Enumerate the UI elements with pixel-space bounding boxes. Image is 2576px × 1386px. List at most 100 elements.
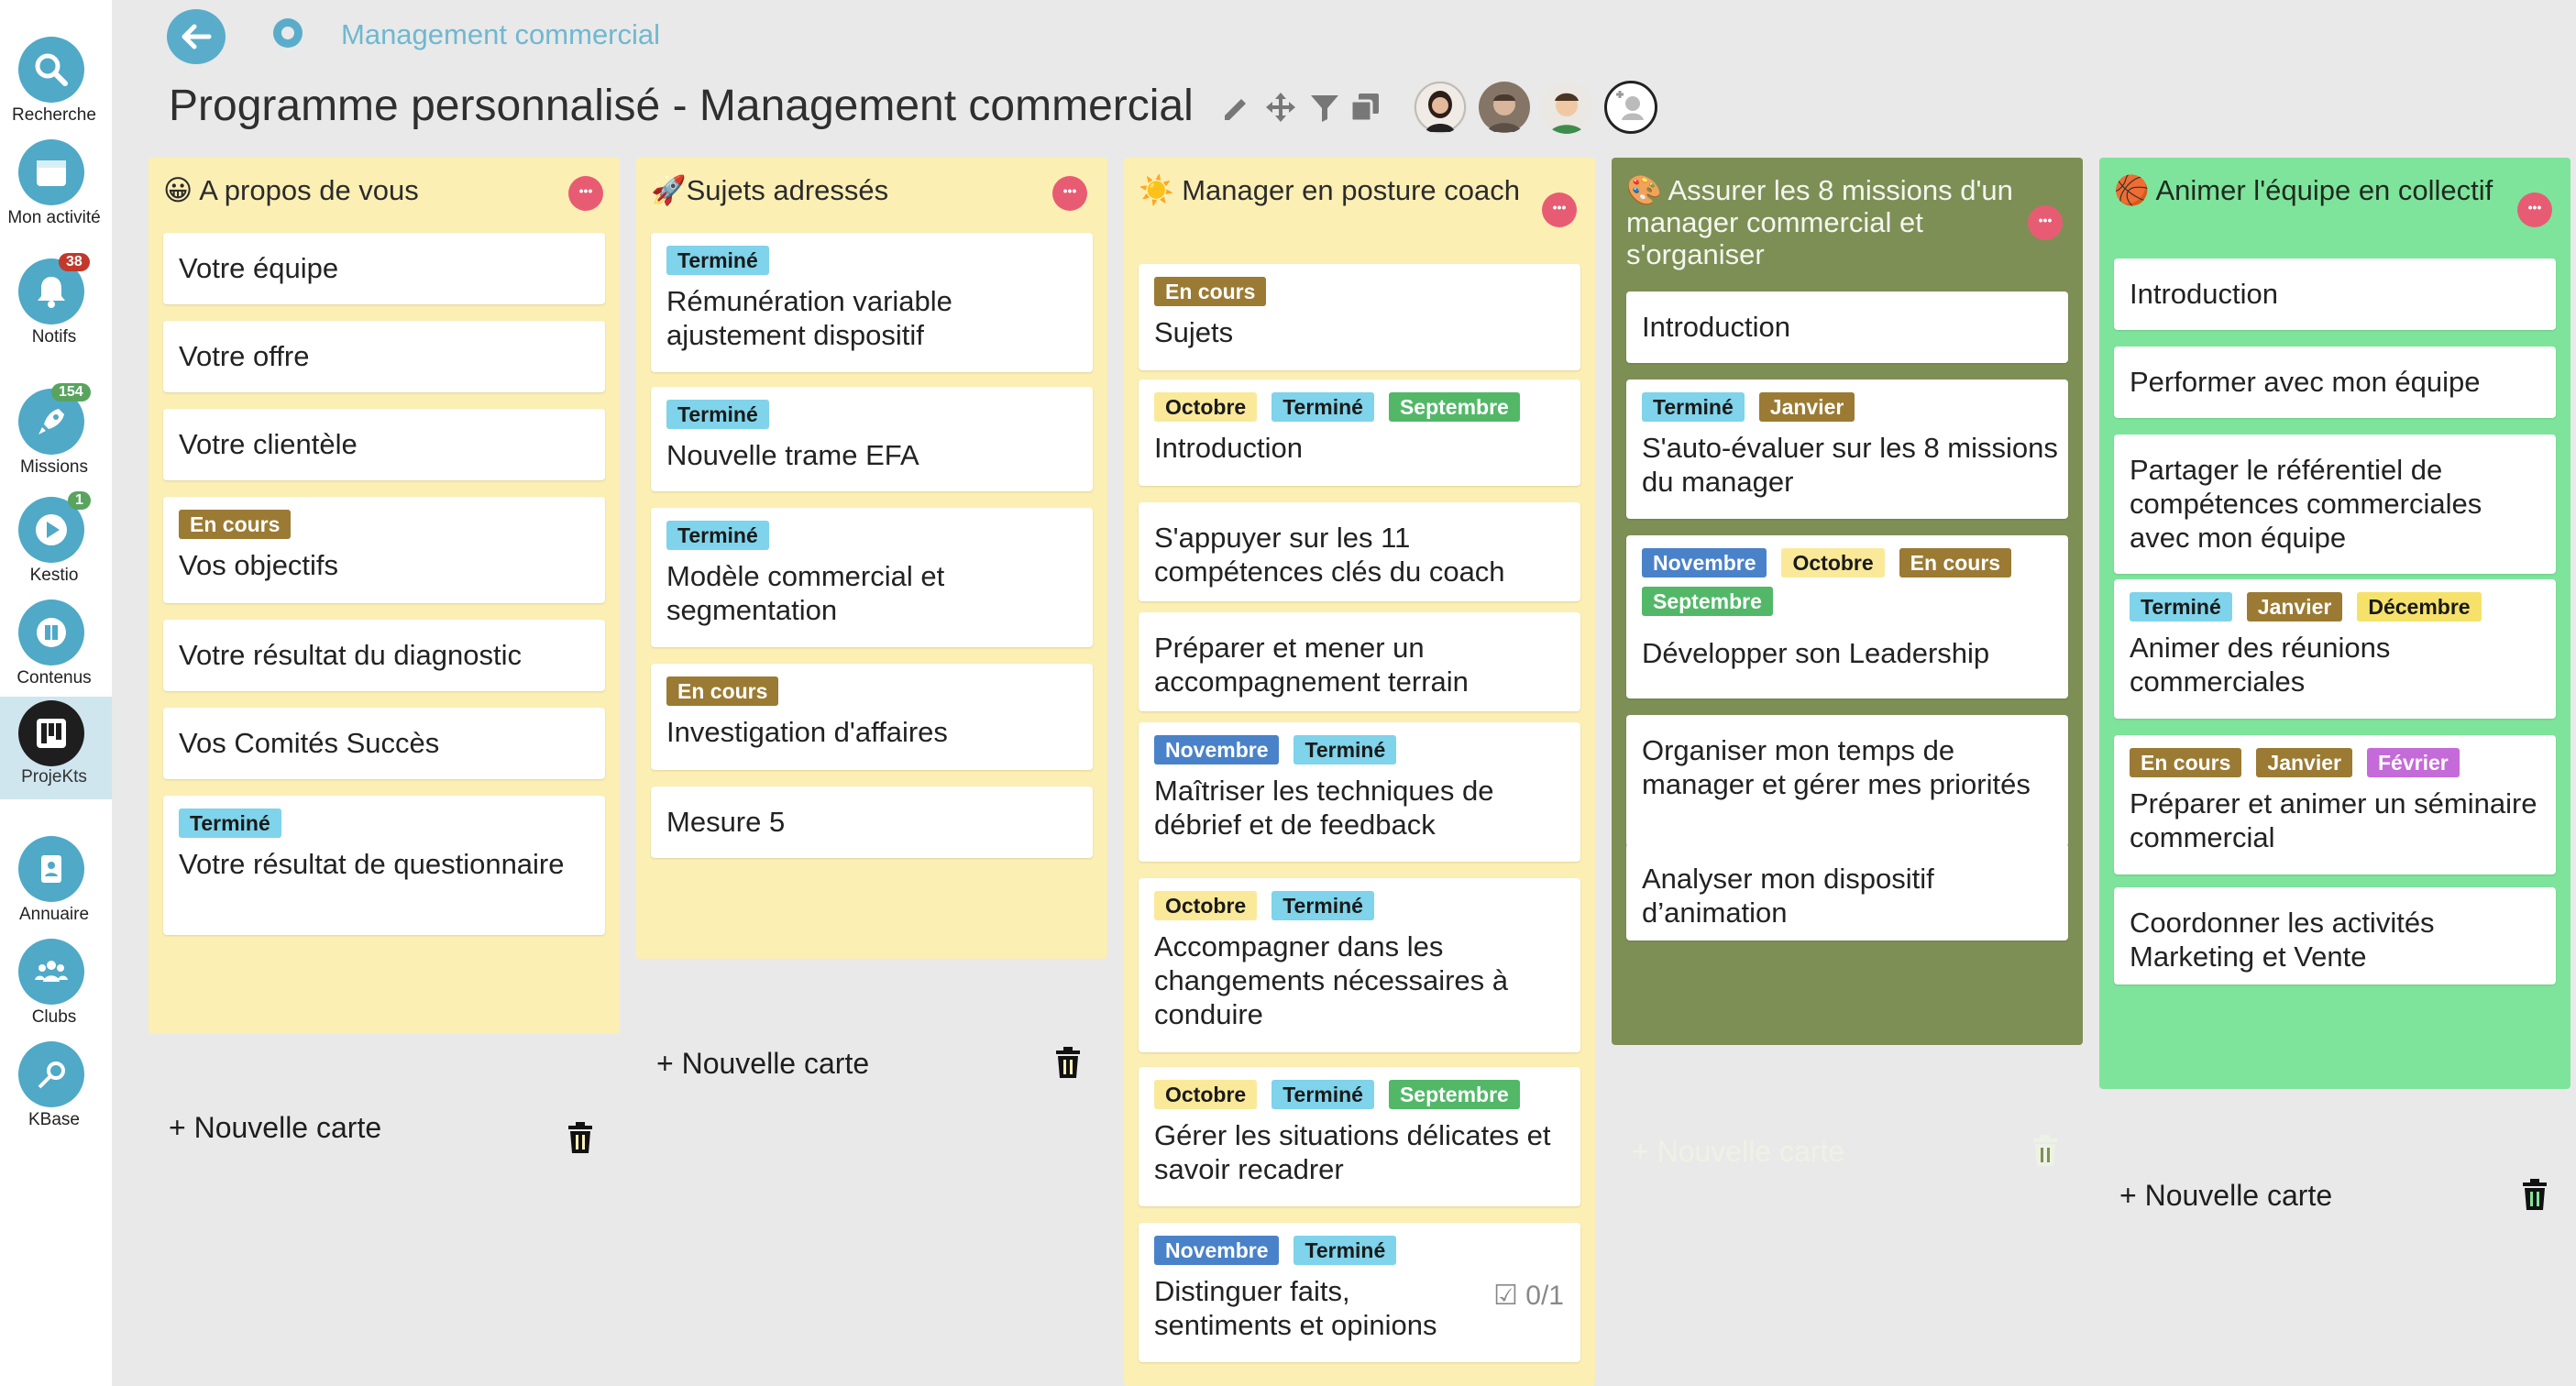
- column-title[interactable]: ☀️ Manager en posture coach: [1139, 174, 1527, 206]
- new-card-button[interactable]: + Nouvelle carte: [1632, 1135, 1844, 1169]
- column-title[interactable]: 😀 A propos de vous: [163, 174, 552, 206]
- breadcrumb[interactable]: Management commercial: [341, 18, 660, 51]
- more-options-icon[interactable]: •••: [1542, 192, 1577, 227]
- avatar[interactable]: [1414, 81, 1467, 134]
- nav-label: Mon activité: [7, 208, 101, 227]
- checklist-count: ☑ 0/1: [1493, 1280, 1564, 1312]
- column-title[interactable]: 🚀Sujets adressés: [651, 174, 1040, 206]
- new-card-button[interactable]: + Nouvelle carte: [169, 1111, 381, 1145]
- nav-label: Kestio: [29, 566, 79, 585]
- card-title: Votre résultat du diagnostic: [179, 639, 522, 671]
- card[interactable]: Vos Comités Succès: [163, 708, 605, 779]
- trash-icon[interactable]: [2031, 1135, 2059, 1166]
- card[interactable]: Terminé Janvier S'auto-évaluer sur les 8 m…: [1626, 380, 2068, 519]
- card-tags: Octobre Terminé Septembre: [1154, 392, 1594, 422]
- card[interactable]: Terminé Modèle commercial et segmentation: [651, 508, 1093, 647]
- card[interactable]: Terminé Rémunération variable ajustement …: [651, 233, 1093, 372]
- trash-icon[interactable]: [567, 1122, 594, 1153]
- nav-annuaire[interactable]: Annuaire: [0, 832, 112, 935]
- card[interactable]: Novembre Terminé Maîtriser les techniques …: [1139, 722, 1580, 862]
- nav-recherche[interactable]: Recherche: [0, 33, 112, 136]
- card-title: Investigation d'affaires: [666, 716, 948, 748]
- tag-badge: Octobre: [1154, 1080, 1258, 1109]
- more-options-icon[interactable]: •••: [2028, 205, 2063, 240]
- nav-label: Annuaire: [18, 905, 90, 924]
- card[interactable]: Mesure 5: [651, 786, 1093, 858]
- nav-clubs[interactable]: Clubs: [0, 935, 112, 1038]
- kestio-badge: 1: [68, 491, 91, 510]
- column-title[interactable]: 🎨 Assurer les 8 missions d'un manager co…: [1626, 174, 2015, 270]
- card[interactable]: Organiser mon temps de manager et gérer …: [1626, 715, 2068, 847]
- card[interactable]: Coordonner les activités Marketing et Ve…: [2114, 887, 2556, 984]
- card[interactable]: Analyser mon dispositif d’animation: [1626, 843, 2068, 940]
- card[interactable]: Introduction: [2114, 258, 2556, 330]
- more-options-icon[interactable]: •••: [1052, 176, 1087, 211]
- card-title: Introduction: [2130, 278, 2278, 310]
- card[interactable]: En cours Investigation d'affaires: [651, 664, 1093, 770]
- trash-icon[interactable]: [1054, 1047, 1082, 1078]
- nav-notifs[interactable]: 38 Notifs: [0, 253, 112, 358]
- card[interactable]: Terminé Janvier Décembre Animer des réunion…: [2114, 579, 2556, 719]
- card[interactable]: Partager le référentiel de compétences c…: [2114, 434, 2556, 574]
- nav-kbase[interactable]: KBase: [0, 1038, 112, 1140]
- tag-badge: Janvier: [2256, 748, 2352, 777]
- copy-icon[interactable]: [1348, 90, 1382, 125]
- new-card-button[interactable]: + Nouvelle carte: [2119, 1179, 2332, 1213]
- card[interactable]: S'appuyer sur les 11 compétences clés du…: [1139, 502, 1580, 601]
- card[interactable]: Votre équipe: [163, 233, 605, 304]
- board-column: ☀️ Manager en posture coach ••• En cours Su…: [1124, 158, 1595, 1386]
- card[interactable]: Performer avec mon équipe: [2114, 346, 2556, 418]
- new-card-button[interactable]: + Nouvelle carte: [656, 1047, 869, 1081]
- more-options-icon[interactable]: •••: [568, 176, 603, 211]
- board-column: 🚀Sujets adressés ••• Terminé Rémunération v…: [636, 158, 1107, 1080]
- card[interactable]: Votre résultat du diagnostic: [163, 620, 605, 691]
- back-button[interactable]: [167, 9, 226, 64]
- nav-label: Notifs: [31, 327, 77, 346]
- avatar[interactable]: [1540, 81, 1593, 134]
- card[interactable]: Terminé Nouvelle trame EFA: [651, 387, 1093, 491]
- nav-label: Missions: [20, 457, 88, 477]
- card[interactable]: Octobre Terminé Septembre Gérer les situati…: [1139, 1067, 1580, 1206]
- group-icon: [18, 939, 84, 1005]
- avatar[interactable]: [1478, 81, 1531, 134]
- card-title: Distinguer faits, sentiments et opinions: [1154, 1275, 1437, 1341]
- card[interactable]: Votre clientèle: [163, 409, 605, 480]
- card-title: Votre équipe: [179, 252, 339, 284]
- card[interactable]: Préparer et mener un accompagnement terr…: [1139, 612, 1580, 711]
- card[interactable]: Novembre Octobre En cours Septembre Développ…: [1626, 535, 2068, 698]
- trash-icon[interactable]: [2521, 1179, 2548, 1210]
- card-tags: Terminé Janvier: [1642, 392, 2082, 422]
- nav-missions[interactable]: 154 Missions: [0, 383, 112, 488]
- filter-icon[interactable]: [1307, 90, 1342, 125]
- nav-mon-activite[interactable]: Mon activité: [0, 136, 112, 238]
- card[interactable]: Votre offre: [163, 321, 605, 392]
- card[interactable]: En cours Sujets: [1139, 264, 1580, 370]
- move-icon[interactable]: [1263, 90, 1298, 125]
- pencil-icon[interactable]: [1219, 90, 1254, 125]
- key-icon: [18, 1041, 84, 1107]
- nav-kestio[interactable]: 1 Kestio: [0, 491, 112, 596]
- card[interactable]: Octobre Terminé Septembre Introduction: [1139, 380, 1580, 486]
- board-column: 😀 A propos de vous ••• Votre équipe Votre o…: [149, 158, 620, 1153]
- card-title: Développer son Leadership: [1642, 637, 1990, 669]
- card[interactable]: En cours Janvier Février Préparer et animer…: [2114, 735, 2556, 874]
- card[interactable]: Introduction: [1626, 292, 2068, 363]
- card-tags: En cours: [1154, 277, 1594, 306]
- book-icon: [18, 600, 84, 666]
- card-title: Vos objectifs: [179, 549, 339, 581]
- card-tags: En cours: [179, 510, 619, 539]
- card-tags: En cours: [666, 676, 1106, 706]
- add-member-icon[interactable]: [1604, 81, 1657, 134]
- board-icon: [18, 700, 84, 766]
- card[interactable]: En cours Vos objectifs: [163, 497, 605, 603]
- card-tags: Terminé: [179, 808, 619, 838]
- nav-contenus[interactable]: Contenus: [0, 596, 112, 698]
- more-options-icon[interactable]: •••: [2517, 192, 2552, 227]
- card[interactable]: Octobre Terminé Accompagner dans les chang…: [1139, 878, 1580, 1052]
- tag-badge: Novembre: [1154, 1236, 1280, 1265]
- card[interactable]: Terminé Votre résultat de questionnaire: [163, 796, 605, 935]
- column-title[interactable]: 🏀 Animer l'équipe en collectif: [2114, 174, 2503, 206]
- nav-projekts[interactable]: ProjeKts: [0, 697, 112, 799]
- card[interactable]: Novembre Terminé Distinguer faits, sentime…: [1139, 1223, 1580, 1362]
- tag-badge: En cours: [1899, 548, 2012, 578]
